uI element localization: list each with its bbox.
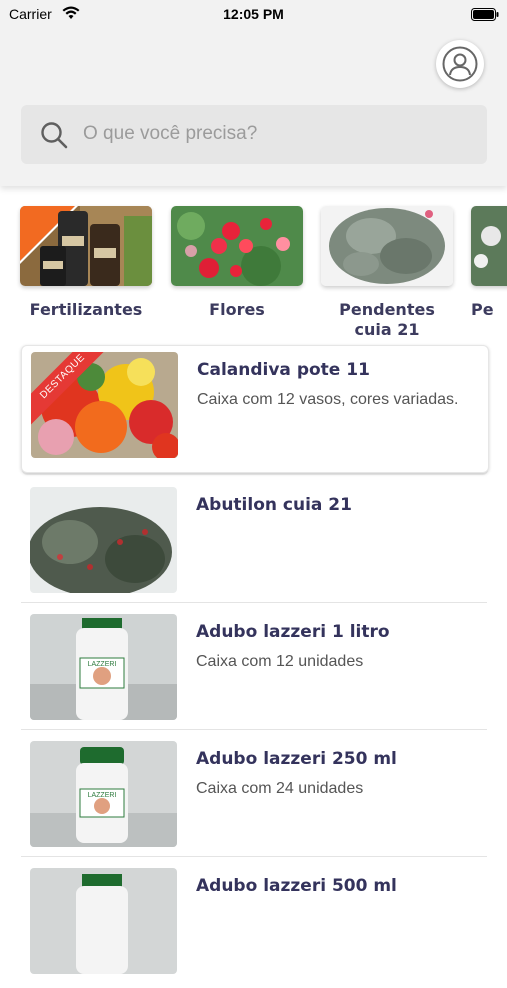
category-label: Flores <box>209 300 265 319</box>
product-title: Abutilon cuia 21 <box>196 495 352 515</box>
product-image <box>30 487 177 593</box>
divider <box>21 729 487 730</box>
category-image <box>171 206 303 286</box>
product-image <box>30 868 177 974</box>
divider <box>21 602 487 603</box>
svg-text:LAZZERI: LAZZERI <box>88 792 117 799</box>
header: Carrier 12:05 PM O que você precisa? <box>0 0 507 186</box>
product-title: Adubo lazzeri 250 ml <box>196 749 397 769</box>
category-image <box>321 206 453 286</box>
product-card[interactable]: DESTAQUE Calandiva pote 11 Caixa com 12 … <box>21 345 489 473</box>
profile-button[interactable] <box>436 40 484 88</box>
user-icon <box>442 46 478 82</box>
product-description: Caixa com 12 vasos, cores variadas. <box>197 391 459 408</box>
svg-text:LAZZERI: LAZZERI <box>88 661 117 668</box>
category-fertilizantes[interactable]: Fertilizantes <box>20 206 152 320</box>
product-card[interactable]: LAZZERI Adubo lazzeri 250 ml Caixa com 2… <box>21 735 487 861</box>
product-description: Caixa com 24 unidades <box>196 780 364 797</box>
divider <box>21 856 487 857</box>
status-bar: Carrier 12:05 PM <box>0 0 507 28</box>
product-image: DESTAQUE <box>31 352 178 458</box>
category-image <box>471 206 507 286</box>
category-label: Pendentes cuia 21 <box>339 300 435 336</box>
category-partial[interactable]: Pe <box>471 206 507 320</box>
product-card[interactable]: LAZZERI Adubo lazzeri 1 litro Caixa com … <box>21 608 487 734</box>
category-label: Fertilizantes <box>29 300 143 319</box>
product-title: Calandiva pote 11 <box>197 360 370 380</box>
clock: 12:05 PM <box>223 6 284 22</box>
category-flores[interactable]: Flores <box>171 206 303 320</box>
product-image: LAZZERI <box>30 614 177 720</box>
product-description: Caixa com 12 unidades <box>196 653 364 670</box>
search-icon <box>41 122 68 149</box>
category-carousel[interactable]: Fertilizantes Flores Pendentes cuia 21 P… <box>0 186 507 336</box>
category-label: Pe <box>471 300 494 319</box>
product-card[interactable]: Adubo lazzeri 500 ml <box>21 862 487 988</box>
product-title: Adubo lazzeri 500 ml <box>196 876 397 896</box>
category-pendentes[interactable]: Pendentes cuia 21 <box>321 206 453 336</box>
product-image: LAZZERI <box>30 741 177 847</box>
product-card[interactable]: Abutilon cuia 21 <box>21 481 487 607</box>
battery-icon <box>471 8 499 21</box>
category-image <box>20 206 152 286</box>
product-title: Adubo lazzeri 1 litro <box>196 622 390 642</box>
search-placeholder: O que você precisa? <box>83 123 258 144</box>
search-input[interactable]: O que você precisa? <box>21 105 487 164</box>
